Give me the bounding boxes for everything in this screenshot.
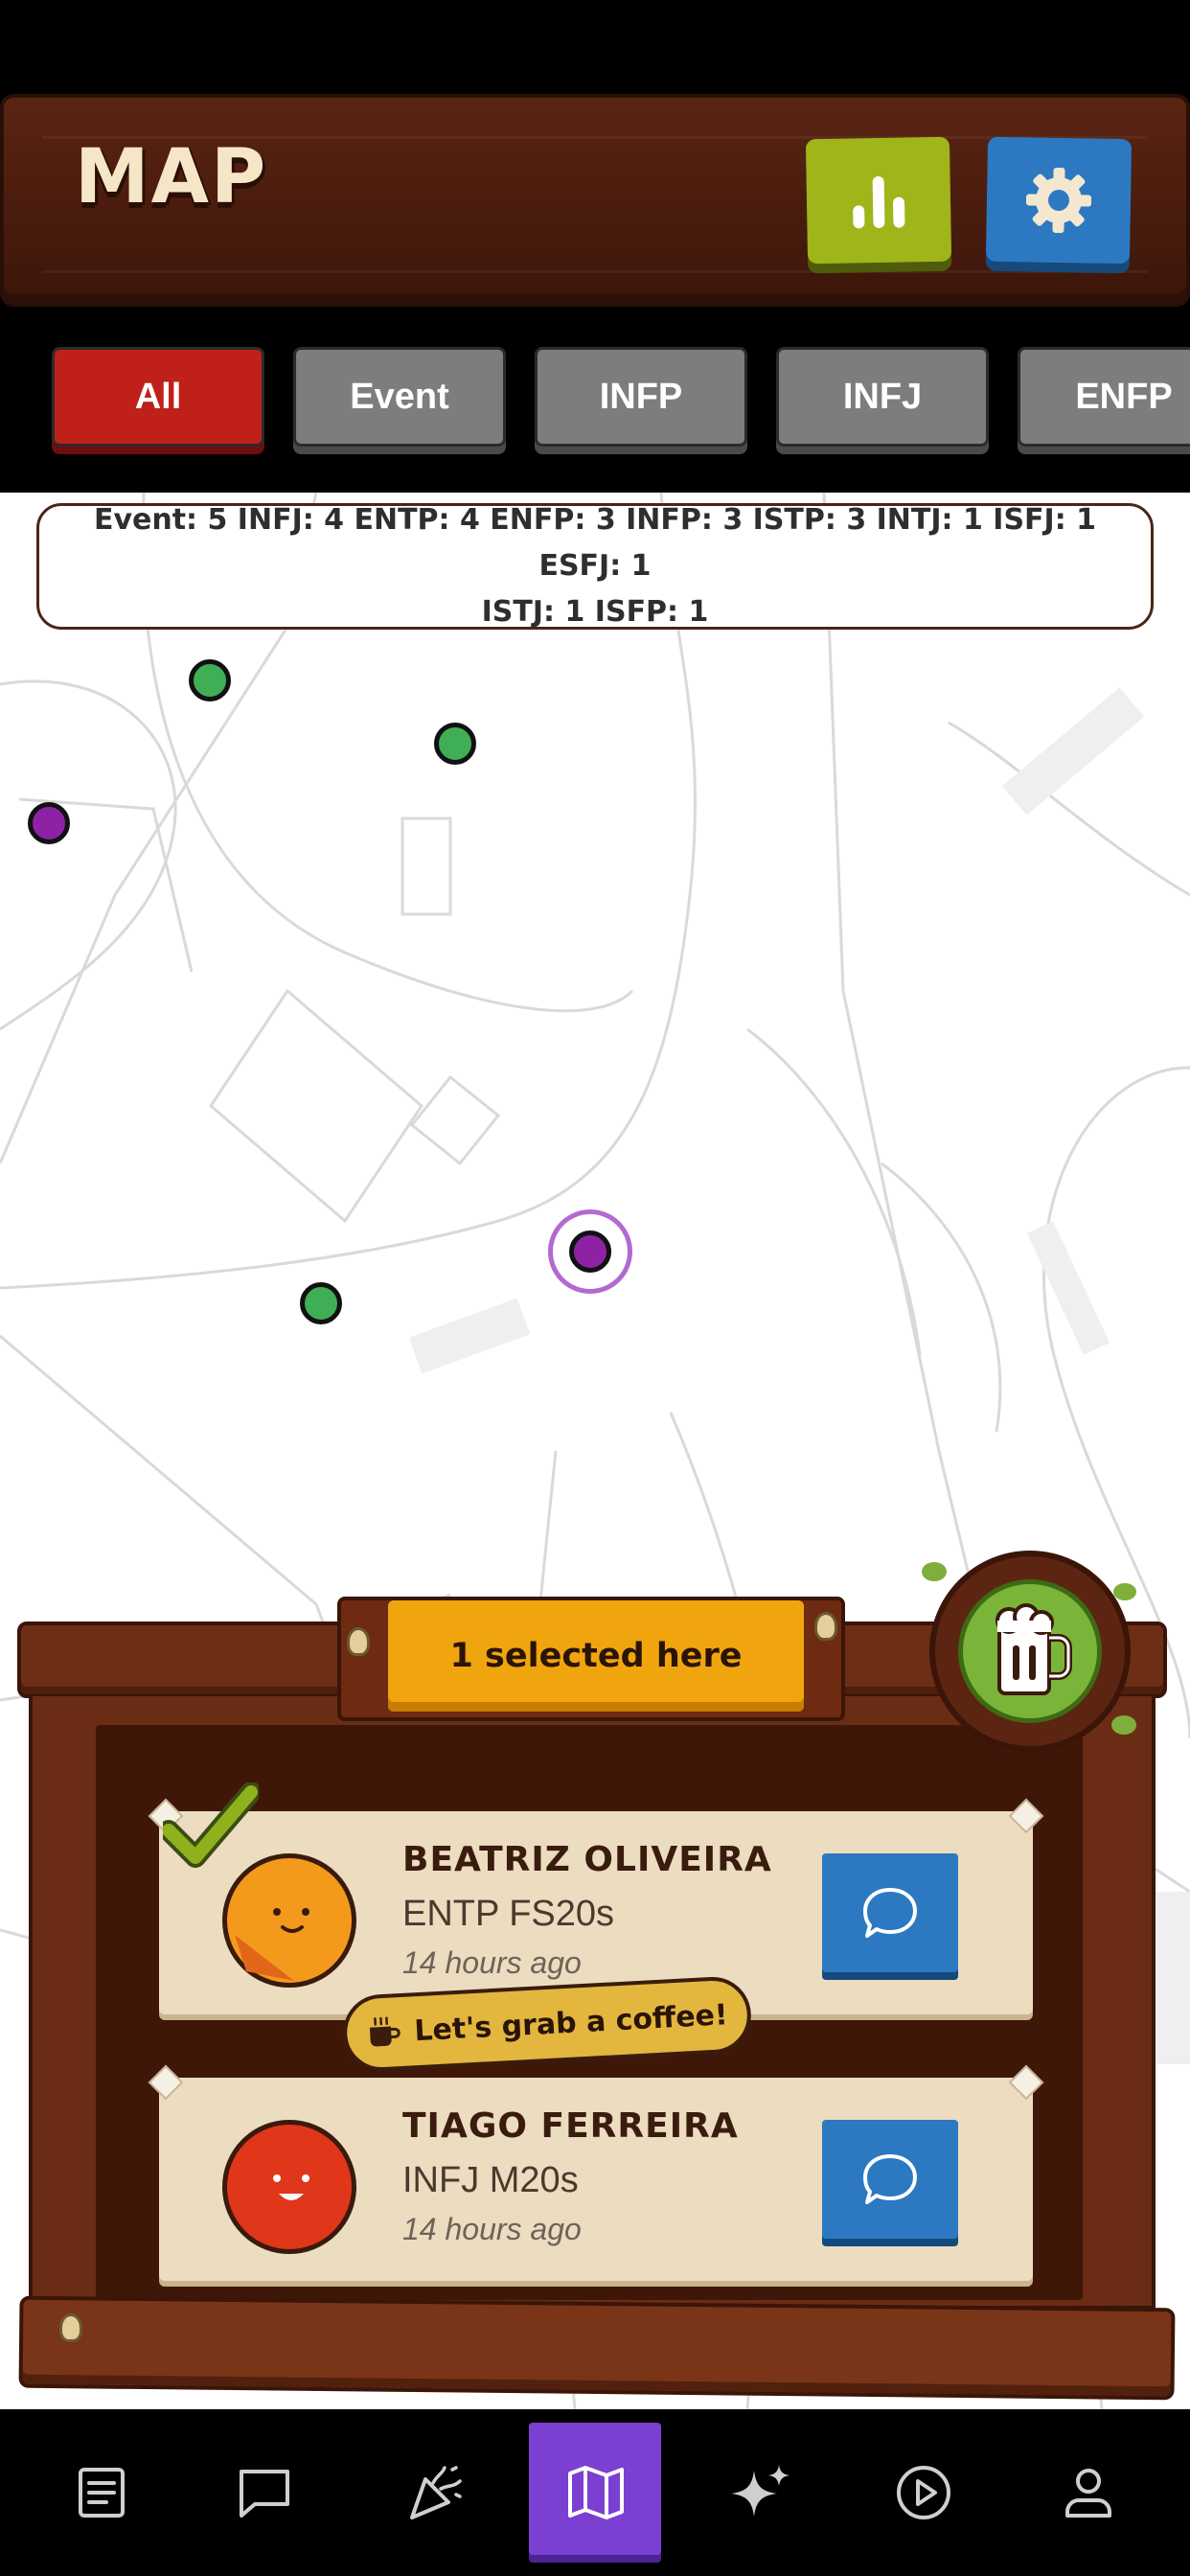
map-icon bbox=[568, 2466, 624, 2519]
person-name: Tiago Ferreira bbox=[402, 2106, 739, 2146]
map-marker-purple bbox=[569, 1230, 611, 1273]
tab-event[interactable]: Event bbox=[293, 347, 506, 447]
person-time: 14 hours ago bbox=[402, 1945, 582, 1980]
profile-icon bbox=[1065, 2469, 1111, 2518]
person-type-age: INFJ M20s bbox=[402, 2160, 579, 2200]
type-counts-legend: Event: 5 INFJ: 4 ENTP: 4 ENFP: 3 INFP: 3… bbox=[36, 503, 1154, 630]
vine-leaf bbox=[1111, 1715, 1136, 1735]
tab-infp[interactable]: INFP bbox=[535, 347, 747, 447]
map-marker-selected[interactable] bbox=[548, 1209, 632, 1294]
sparkles-icon bbox=[731, 2465, 790, 2517]
beer-mug-icon bbox=[995, 1603, 1072, 1695]
vine-leaf bbox=[1113, 1583, 1136, 1600]
bar-chart-icon bbox=[853, 176, 905, 229]
person-time: 14 hours ago bbox=[402, 2212, 582, 2246]
tab-enfp[interactable]: ENFP bbox=[1018, 347, 1190, 447]
map-marker-green[interactable] bbox=[434, 723, 476, 765]
smiley-face-icon bbox=[235, 1908, 309, 1981]
bottom-nav bbox=[0, 2409, 1190, 2576]
map-marker-purple[interactable] bbox=[28, 802, 70, 844]
filter-tabs: All Event INFP INFJ ENFP bbox=[0, 307, 1190, 493]
chat-button[interactable] bbox=[822, 2120, 958, 2239]
coffee-badge[interactable] bbox=[929, 1551, 1131, 1752]
nav-feed[interactable] bbox=[34, 2409, 169, 2576]
stats-button[interactable] bbox=[805, 136, 952, 264]
type-counts-text: Event: 5 INFJ: 4 ENTP: 4 ENFP: 3 INFP: 3… bbox=[58, 497, 1132, 635]
tab-infj[interactable]: INFJ bbox=[776, 347, 989, 447]
coffee-cup-icon bbox=[370, 2016, 400, 2047]
type-counts-line: Event: 5 INFJ: 4 ENTP: 4 ENFP: 3 INFP: 3… bbox=[93, 503, 1097, 583]
map-marker-green[interactable] bbox=[300, 1282, 342, 1324]
nail bbox=[347, 1627, 370, 1656]
nail bbox=[59, 2313, 82, 2342]
person-type-age: ENTP FS20s bbox=[402, 1894, 615, 1934]
nail bbox=[814, 1612, 837, 1641]
selected-count-banner: 1 selected here bbox=[388, 1600, 804, 1712]
smiley-face-icon bbox=[273, 2174, 309, 2200]
wood-grain bbox=[42, 270, 1148, 273]
avatar bbox=[222, 1853, 356, 1988]
chat-icon bbox=[240, 2470, 289, 2518]
settings-button[interactable] bbox=[985, 136, 1133, 264]
chat-bubble-icon bbox=[863, 1888, 917, 1938]
panel-bottom-board bbox=[18, 2295, 1176, 2401]
chat-button[interactable] bbox=[822, 1853, 958, 1972]
nav-map[interactable] bbox=[529, 2409, 663, 2576]
map-marker-green[interactable] bbox=[189, 659, 231, 702]
document-list-icon bbox=[79, 2468, 125, 2518]
chat-bubble-icon bbox=[863, 2154, 917, 2204]
vine-leaf bbox=[922, 1562, 947, 1581]
person-card[interactable]: Tiago Ferreira INFJ M20s 14 hours ago bbox=[148, 2064, 1044, 2281]
nav-videos[interactable] bbox=[857, 2409, 991, 2576]
nav-discover[interactable] bbox=[694, 2409, 828, 2576]
coffee-badge-inner bbox=[958, 1579, 1102, 1723]
nav-events[interactable] bbox=[368, 2409, 502, 2576]
checkmark-icon bbox=[163, 1782, 259, 1868]
person-name: Beatriz Oliveira bbox=[402, 1840, 772, 1879]
tab-all[interactable]: All bbox=[52, 347, 264, 447]
nav-profile[interactable] bbox=[1021, 2409, 1156, 2576]
party-popper-icon bbox=[410, 2466, 462, 2519]
page-title: MAP bbox=[75, 134, 268, 220]
type-counts-line: ISTJ: 1 ISFP: 1 bbox=[481, 595, 709, 629]
coffee-invite-label: Let's grab a coffee! bbox=[413, 1997, 729, 2048]
play-circle-icon bbox=[897, 2466, 950, 2519]
gear-icon bbox=[1025, 167, 1092, 234]
nav-chats[interactable] bbox=[197, 2409, 332, 2576]
avatar bbox=[222, 2120, 356, 2254]
